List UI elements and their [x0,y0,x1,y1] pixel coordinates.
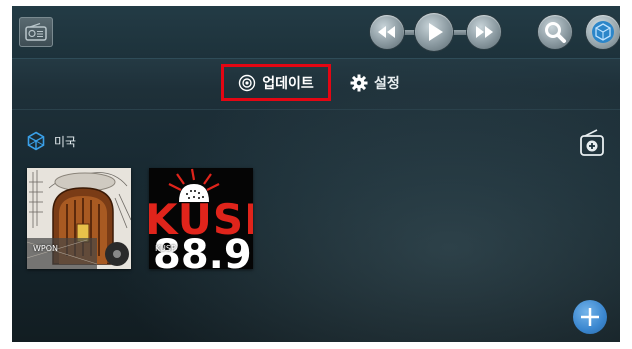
plus-icon [581,308,599,326]
tab-update[interactable]: 업데이트 [221,64,331,101]
tab-bar: 업데이트 설정 [12,59,620,110]
tab-settings[interactable]: 설정 [350,64,400,101]
target-icon [239,74,256,91]
globe-outline-icon [27,131,45,151]
station-label: WPON [33,244,59,253]
radio-icon [25,23,47,41]
add-station-button[interactable] [579,128,605,158]
section-title: 미국 [54,134,77,149]
rewind-button[interactable] [370,15,404,49]
fast-forward-button[interactable] [467,15,501,49]
radio-button[interactable] [19,17,53,47]
add-radio-icon [580,129,604,156]
station-tile-wpon[interactable]: WPON [27,168,131,269]
globe-button[interactable] [586,15,620,49]
play-button[interactable] [415,13,453,51]
search-icon [545,22,566,43]
station-logo: KUSP 88.9 [149,168,253,269]
section-header: 미국 [26,130,76,152]
rewind-icon [378,26,395,38]
station-tile-kusp[interactable]: KUSP 88.9 KUSP [149,168,253,269]
app-window: 업데이트 설정 미국 WPON KUS 88.9 KUSP [12,6,620,342]
add-fab-button[interactable] [573,300,607,334]
station-artwork [27,168,131,269]
fast-forward-icon [476,26,493,38]
gear-icon [350,74,368,91]
station-label: KUSP [155,244,176,253]
search-button[interactable] [538,15,572,49]
globe-icon [592,21,614,43]
play-icon [429,23,443,41]
tab-settings-label: 설정 [374,75,400,92]
tab-update-label: 업데이트 [262,75,314,92]
top-bar [12,6,620,59]
